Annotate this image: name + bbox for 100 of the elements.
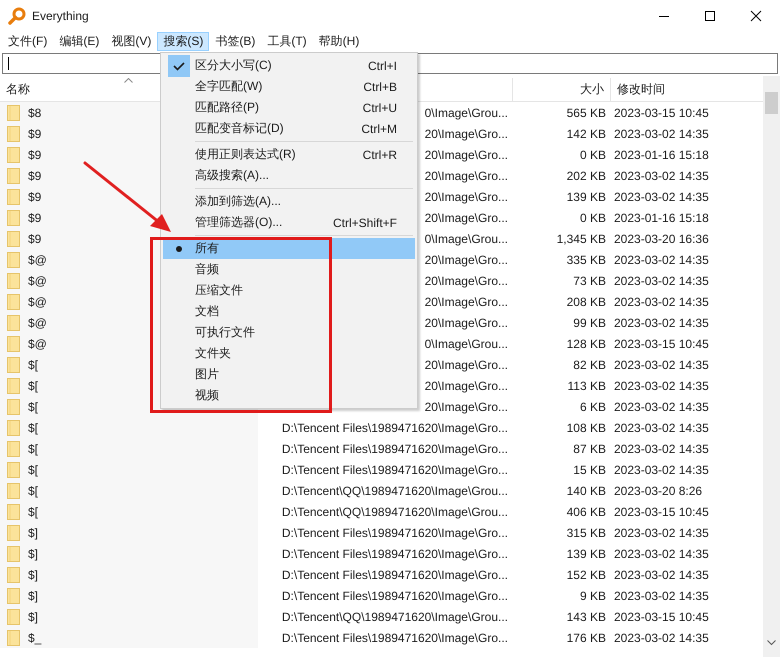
menu-bar-item[interactable]: 编辑(E) [53,32,106,51]
folder-icon [7,272,20,288]
modified-time: 2023-03-20 16:36 [614,232,709,246]
modified-time: 2023-03-02 14:35 [614,400,709,414]
modified-time: 2023-03-15 10:45 [614,106,709,120]
radio-dot-icon [176,246,182,252]
file-name: $_ [28,630,42,644]
file-path: 20\Image\Gro... [424,148,508,162]
menu-item[interactable]: 文件夹 [163,343,415,364]
file-size: 99 KB [573,316,606,330]
modified-time: 2023-03-02 14:35 [614,358,709,372]
modified-time: 2023-03-15 10:45 [614,504,709,518]
modified-time: 2023-03-20 8:26 [614,484,702,498]
folder-icon [7,378,20,394]
modified-time: 2023-03-02 14:35 [614,568,709,582]
menu-bar-item[interactable]: 文件(F) [2,32,54,51]
file-path: 0\Image\Grou... [424,106,508,120]
file-path: D:\Tencent\QQ\1989471620\Image\Grou... [282,610,508,624]
file-name: $] [28,568,38,582]
menu-item[interactable]: 压缩文件 [163,280,415,301]
file-name: $@ [28,294,47,308]
modified-time: 2023-03-02 14:35 [614,462,709,476]
file-size: 0 KB [580,210,606,224]
file-path: 20\Image\Gro... [424,190,508,204]
menu-bar-item[interactable]: 帮助(H) [312,32,366,51]
modified-time: 2023-03-02 14:35 [614,420,709,434]
file-path: D:\Tencent Files\1989471620\Image\Gro... [282,442,508,456]
file-name: $[ [28,442,38,456]
menu-item[interactable]: 可执行文件 [163,322,415,343]
file-path: D:\Tencent Files\1989471620\Image\Gro... [282,546,508,560]
folder-icon [7,126,20,142]
folder-icon [7,546,20,562]
maximize-icon[interactable] [704,10,716,22]
menu-bar-item[interactable]: 工具(T) [261,32,313,51]
menu-item[interactable]: 音频 [163,259,415,280]
file-size: 73 KB [573,274,606,288]
column-header[interactable]: 大小 [512,78,610,101]
file-size: 142 KB [566,126,606,140]
file-name: $[ [28,462,38,476]
file-path: D:\Tencent Files\1989471620\Image\Gro... [282,420,508,434]
window-title: Everything [32,9,89,23]
file-name: $[ [28,484,38,498]
folder-icon [7,630,20,646]
menu-item[interactable]: 文档 [163,301,415,322]
file-path: 0\Image\Grou... [424,232,508,246]
menu-item[interactable]: 视频 [163,385,415,406]
file-path: 20\Image\Gro... [424,294,508,308]
menu-item[interactable]: 添加到筛选(A)... [163,191,415,212]
modified-time: 2023-03-02 14:35 [614,526,709,540]
folder-icon [7,398,20,414]
modified-time: 2023-03-02 14:35 [614,378,709,392]
folder-icon [7,168,20,184]
file-size: 143 KB [566,610,606,624]
close-icon[interactable] [750,10,762,22]
file-name: $[ [28,358,38,372]
menu-item[interactable]: 管理筛选器(O)... Ctrl+Shift+F [163,212,415,233]
file-name: $@ [28,336,47,350]
app-logo-icon [8,7,26,25]
menu-item[interactable]: 使用正则表达式(R) Ctrl+R [163,144,415,165]
menu-item[interactable]: 匹配路径(P) Ctrl+U [163,97,415,118]
file-size: 152 KB [566,568,606,582]
column-header[interactable]: 修改时间 [610,78,762,101]
menu-item[interactable]: 图片 [163,364,415,385]
file-name: $[ [28,378,38,392]
menu-item[interactable]: 高级搜索(A)... [163,165,415,186]
folder-icon [7,566,20,582]
file-name: $9 [28,210,42,224]
file-size: 335 KB [566,252,606,266]
menu-item[interactable]: 所有 [163,238,415,259]
file-size: 176 KB [566,630,606,644]
modified-time: 2023-03-02 14:35 [614,316,709,330]
file-size: 565 KB [566,106,606,120]
file-name: $] [28,588,38,602]
menu-item[interactable]: 匹配变音标记(D) Ctrl+M [163,118,415,139]
scroll-down-icon[interactable] [767,640,776,646]
file-name: $9 [28,168,42,182]
file-name: $9 [28,232,42,246]
scroll-thumb[interactable] [765,92,778,114]
scrollbar[interactable] [763,76,780,657]
file-size: 140 KB [566,484,606,498]
modified-time: 2023-01-16 15:18 [614,210,709,224]
file-path: 20\Image\Gro... [424,274,508,288]
folder-icon [7,524,20,540]
menu-bar-item[interactable]: 视图(V) [105,32,158,51]
menu-item[interactable]: 区分大小写(C) Ctrl+I [163,55,415,76]
menu-item[interactable]: 全字匹配(W) Ctrl+B [163,76,415,97]
file-size: 139 KB [566,190,606,204]
file-path: 0\Image\Grou... [424,336,508,350]
file-path: D:\Tencent Files\1989471620\Image\Gro... [282,630,508,644]
folder-icon [7,230,20,246]
file-size: 9 KB [580,588,606,602]
menu-bar-item[interactable]: 搜索(S) [157,32,210,51]
modified-time: 2023-03-02 14:35 [614,630,709,644]
folder-icon [7,356,20,372]
menu-bar-item[interactable]: 书签(B) [209,32,262,51]
file-name: $8 [28,106,42,120]
file-path: 20\Image\Gro... [424,358,508,372]
file-path: D:\Tencent\QQ\1989471620\Image\Grou... [282,484,508,498]
modified-time: 2023-03-02 14:35 [614,168,709,182]
folder-icon [7,588,20,604]
